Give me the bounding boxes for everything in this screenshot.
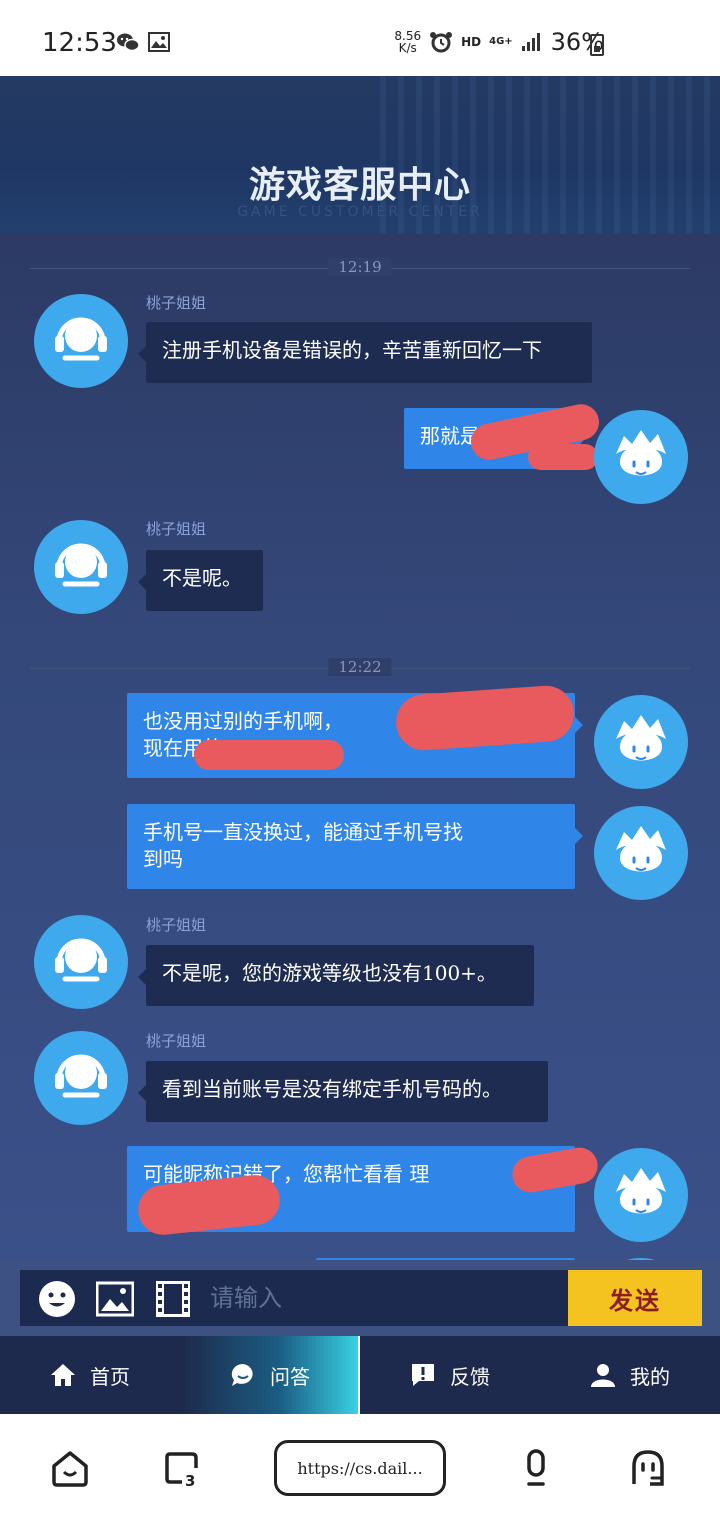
agent-message: 不是呢，您的游戏等级也没有100+。 — [138, 945, 534, 1006]
user-icon — [591, 1364, 615, 1387]
user-avatar — [594, 410, 688, 504]
nav-item-qa[interactable]: 问答 — [180, 1336, 360, 1414]
emoji-icon[interactable] — [38, 1280, 76, 1318]
redaction-mark — [528, 444, 598, 470]
network-speed: 8.56 K/s — [394, 29, 422, 55]
alarm-icon — [430, 32, 453, 53]
sender-name: 桃子姐姐 — [146, 916, 207, 934]
microphone-icon[interactable] — [516, 1448, 556, 1488]
user-avatar — [594, 1148, 688, 1242]
send-button[interactable]: 发送 — [568, 1270, 702, 1326]
svg-text:3: 3 — [185, 1472, 195, 1488]
signal-icon — [521, 33, 540, 51]
status-right: 8.56 K/s HD 4G+ 36% — [394, 28, 604, 56]
nav-item-profile[interactable]: 我的 — [540, 1336, 720, 1414]
status-time: 12:53 — [42, 28, 117, 58]
boy-face-icon — [616, 1168, 666, 1214]
agent-avatar — [34, 1031, 128, 1125]
wechat-icon — [117, 33, 140, 52]
message-input-bar: 发送 — [0, 1260, 720, 1336]
headset-icon — [55, 938, 107, 982]
agent-avatar — [34, 520, 128, 614]
user-message: 手机号一直没换过，能通过手机号找 到吗 — [127, 804, 583, 889]
bottom-nav: 首页 问答 反馈 我的 — [0, 1336, 720, 1414]
home-icon — [51, 1364, 75, 1386]
assistant-icon[interactable] — [628, 1448, 668, 1488]
headset-icon — [55, 317, 107, 361]
sender-name: 桃子姐姐 — [146, 520, 207, 538]
notification-icons — [116, 32, 170, 54]
page-subtitle: GAME CUSTOMER CENTER — [237, 204, 483, 220]
boy-face-icon — [616, 715, 666, 761]
time-divider: 12:22 — [30, 658, 690, 678]
nav-label: 反馈 — [450, 1364, 490, 1389]
feedback-icon — [412, 1364, 434, 1386]
chat-bubble-icon — [231, 1363, 253, 1386]
boy-face-icon — [616, 430, 666, 476]
nav-label: 问答 — [270, 1364, 310, 1389]
nav-item-feedback[interactable]: 反馈 — [360, 1336, 540, 1414]
headset-icon — [55, 543, 107, 587]
sender-name: 桃子姐姐 — [146, 1032, 207, 1050]
user-avatar — [594, 806, 688, 900]
video-icon[interactable] — [154, 1280, 192, 1318]
sender-name: 桃子姐姐 — [146, 294, 207, 312]
time-divider: 12:19 — [30, 258, 690, 278]
message-input[interactable] — [210, 1278, 550, 1318]
page-title: 游戏客服中心 — [248, 165, 471, 206]
nav-label: 我的 — [630, 1364, 670, 1389]
nav-item-home[interactable]: 首页 — [0, 1336, 180, 1414]
user-avatar — [594, 695, 688, 789]
home-icon[interactable] — [50, 1448, 90, 1488]
url-bar[interactable]: https://cs.dail... — [274, 1440, 446, 1496]
redaction-mark — [194, 740, 344, 770]
headset-icon — [55, 1054, 107, 1098]
network-type: 4G+ — [489, 36, 513, 47]
tabs-icon[interactable]: 3 — [162, 1448, 202, 1488]
input-box — [20, 1270, 568, 1326]
gallery-icon — [148, 32, 170, 52]
boy-face-icon — [616, 826, 666, 872]
chat-area[interactable]: 12:19 桃子姐姐 注册手机设备是错误的，辛苦重新回忆一下 那就是 桃子姐姐 … — [0, 234, 720, 1260]
page-header: 游戏客服中心 GAME CUSTOMER CENTER — [0, 76, 720, 234]
image-icon[interactable] — [96, 1280, 134, 1318]
agent-message: 不是呢。 — [138, 550, 263, 611]
status-bar: 12:53 8.56 K/s HD 4G+ 36% — [0, 0, 720, 76]
battery-icon — [590, 34, 604, 56]
agent-avatar — [34, 915, 128, 1009]
hd-indicator: HD — [461, 35, 482, 49]
agent-message: 注册手机设备是错误的，辛苦重新回忆一下 — [138, 322, 592, 383]
nav-label: 首页 — [90, 1364, 130, 1389]
agent-avatar — [34, 294, 128, 388]
browser-toolbar: 3 https://cs.dail... — [0, 1414, 720, 1520]
agent-message: 看到当前账号是没有绑定手机号码的。 — [138, 1061, 548, 1122]
